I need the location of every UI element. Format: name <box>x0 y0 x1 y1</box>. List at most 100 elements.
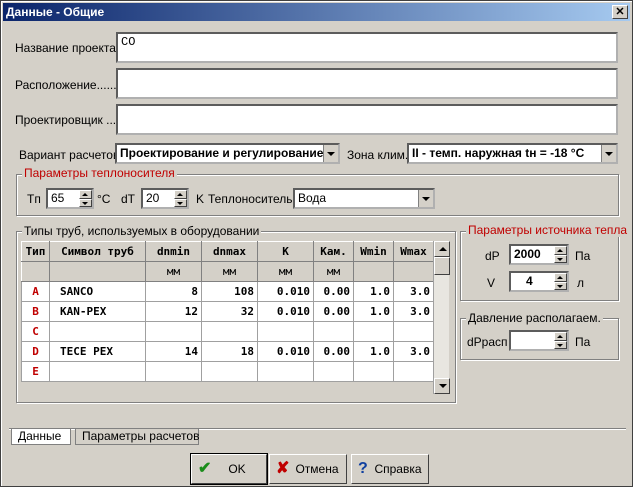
wmin-cell[interactable]: 1.0 <box>353 281 394 302</box>
scroll-up-icon[interactable] <box>434 241 450 257</box>
scroll-thumb[interactable] <box>434 257 450 275</box>
tp-spinner[interactable]: 65 <box>46 188 94 209</box>
pipe-name-cell[interactable] <box>49 321 146 342</box>
dnmax-cell[interactable] <box>201 361 258 382</box>
scroll-down-icon[interactable] <box>434 378 450 394</box>
close-button[interactable]: ✕ <box>612 5 628 19</box>
dnmin-cell[interactable]: 8 <box>145 281 202 302</box>
col-header[interactable]: Wmax <box>393 241 434 262</box>
tp-label: Tп <box>27 192 41 206</box>
row-key[interactable]: C <box>21 321 50 342</box>
pipe-name-cell[interactable]: TECE PEX <box>49 341 146 362</box>
dt-spinner[interactable]: 20 <box>141 188 189 209</box>
dnmax-cell[interactable]: 32 <box>201 301 258 322</box>
spin-up-icon[interactable] <box>554 332 567 341</box>
tab-calc-params[interactable]: Параметры расчетов <box>75 429 199 445</box>
unit-cell <box>49 261 146 282</box>
table-row[interactable]: A SANCO 8 108 0.010 0.00 1.0 3.0 <box>21 281 434 302</box>
pipe-name-cell[interactable]: SANCO <box>49 281 146 302</box>
medium-select[interactable]: Вода <box>293 188 435 209</box>
designer-input[interactable] <box>116 104 618 135</box>
spin-down-icon[interactable] <box>554 281 567 290</box>
chevron-down-icon[interactable] <box>601 145 616 162</box>
dp-spinner[interactable]: 2000 <box>509 244 569 265</box>
k-cell[interactable]: 0.010 <box>257 281 314 302</box>
kam-cell[interactable]: 0.00 <box>313 301 354 322</box>
ok-button-label: OK <box>228 462 246 476</box>
table-header-row: Тип Символ труб dnmin dnmax K Кам. Wmin … <box>21 241 434 262</box>
cancel-button[interactable]: ✘ Отмена <box>269 454 347 484</box>
dnmin-cell[interactable] <box>145 361 202 382</box>
wmax-cell[interactable] <box>393 321 434 342</box>
pipes-table[interactable]: Тип Символ труб dnmin dnmax K Кам. Wmin … <box>21 241 434 382</box>
col-header[interactable]: Символ труб <box>49 241 146 262</box>
location-input[interactable] <box>116 68 618 99</box>
k-cell[interactable] <box>257 361 314 382</box>
table-row[interactable]: D TECE PEX 14 18 0.010 0.00 1.0 3.0 <box>21 341 434 362</box>
spin-down-icon[interactable] <box>554 340 567 349</box>
row-key[interactable]: A <box>21 281 50 302</box>
kam-cell[interactable]: 0.00 <box>313 341 354 362</box>
k-cell[interactable]: 0.010 <box>257 301 314 322</box>
chevron-down-icon[interactable] <box>323 145 338 162</box>
table-row[interactable]: C <box>21 321 434 342</box>
wmin-cell[interactable] <box>353 321 394 342</box>
zone-label: Зона клим. <box>347 148 409 162</box>
spin-down-icon[interactable] <box>174 198 187 207</box>
spin-up-icon[interactable] <box>554 246 567 255</box>
dnmax-cell[interactable]: 108 <box>201 281 258 302</box>
wmin-cell[interactable]: 1.0 <box>353 301 394 322</box>
row-key[interactable]: D <box>21 341 50 362</box>
table-units-row: мм мм мм мм <box>21 261 434 282</box>
wmax-cell[interactable]: 3.0 <box>393 281 434 302</box>
col-header[interactable]: Wmin <box>353 241 394 262</box>
variant-select[interactable]: Проектирование и регулирование <box>115 143 340 164</box>
pipes-group-label: Типы труб, используемых в оборудовании <box>22 224 262 238</box>
project-name-input[interactable]: CO <box>116 32 618 63</box>
row-key[interactable]: E <box>21 361 50 382</box>
dnmin-cell[interactable]: 12 <box>145 301 202 322</box>
wmin-cell[interactable]: 1.0 <box>353 341 394 362</box>
col-header[interactable]: Кам. <box>313 241 354 262</box>
dnmin-cell[interactable]: 14 <box>145 341 202 362</box>
kam-cell[interactable] <box>313 361 354 382</box>
dialog-window: Данные - Общие ✕ Название проекта.. CO Р… <box>0 0 633 487</box>
k-cell[interactable] <box>257 321 314 342</box>
kam-cell[interactable]: 0.00 <box>313 281 354 302</box>
wmax-cell[interactable]: 3.0 <box>393 301 434 322</box>
spin-up-icon[interactable] <box>554 273 567 282</box>
dnmax-cell[interactable]: 18 <box>201 341 258 362</box>
spin-down-icon[interactable] <box>554 254 567 263</box>
wmax-cell[interactable]: 3.0 <box>393 341 434 362</box>
col-header[interactable]: K <box>257 241 314 262</box>
kam-cell[interactable] <box>313 321 354 342</box>
dprasp-spinner[interactable] <box>509 330 569 351</box>
table-row[interactable]: E <box>21 361 434 382</box>
pipe-name-cell[interactable] <box>49 361 146 382</box>
help-button-label: Справка <box>374 462 422 476</box>
chevron-down-icon[interactable] <box>418 190 433 207</box>
dnmin-cell[interactable] <box>145 321 202 342</box>
row-key[interactable]: B <box>21 301 50 322</box>
dnmax-cell[interactable] <box>201 321 258 342</box>
v-spinner[interactable]: 4 <box>509 271 569 292</box>
zone-select[interactable]: II - темп. наружная tн = -18 °C <box>407 143 618 164</box>
location-label: Расположение......... <box>15 78 127 92</box>
wmax-cell[interactable] <box>393 361 434 382</box>
col-header[interactable]: Тип <box>21 241 50 262</box>
dp-value: 2000 <box>514 247 541 261</box>
spin-up-icon[interactable] <box>79 190 92 199</box>
table-scrollbar[interactable] <box>433 241 450 394</box>
ok-button[interactable]: ✔ OK <box>190 453 268 485</box>
col-header[interactable]: dnmax <box>201 241 258 262</box>
spin-up-icon[interactable] <box>174 190 187 199</box>
col-header[interactable]: dnmin <box>145 241 202 262</box>
help-button[interactable]: ? Справка <box>351 454 429 484</box>
k-cell[interactable]: 0.010 <box>257 341 314 362</box>
spin-down-icon[interactable] <box>79 198 92 207</box>
tab-data[interactable]: Данные <box>11 429 71 445</box>
wmin-cell[interactable] <box>353 361 394 382</box>
source-group-label: Параметры источника тепла <box>466 223 630 237</box>
pipe-name-cell[interactable]: KAN-PEX <box>49 301 146 322</box>
table-row[interactable]: B KAN-PEX 12 32 0.010 0.00 1.0 3.0 <box>21 301 434 322</box>
